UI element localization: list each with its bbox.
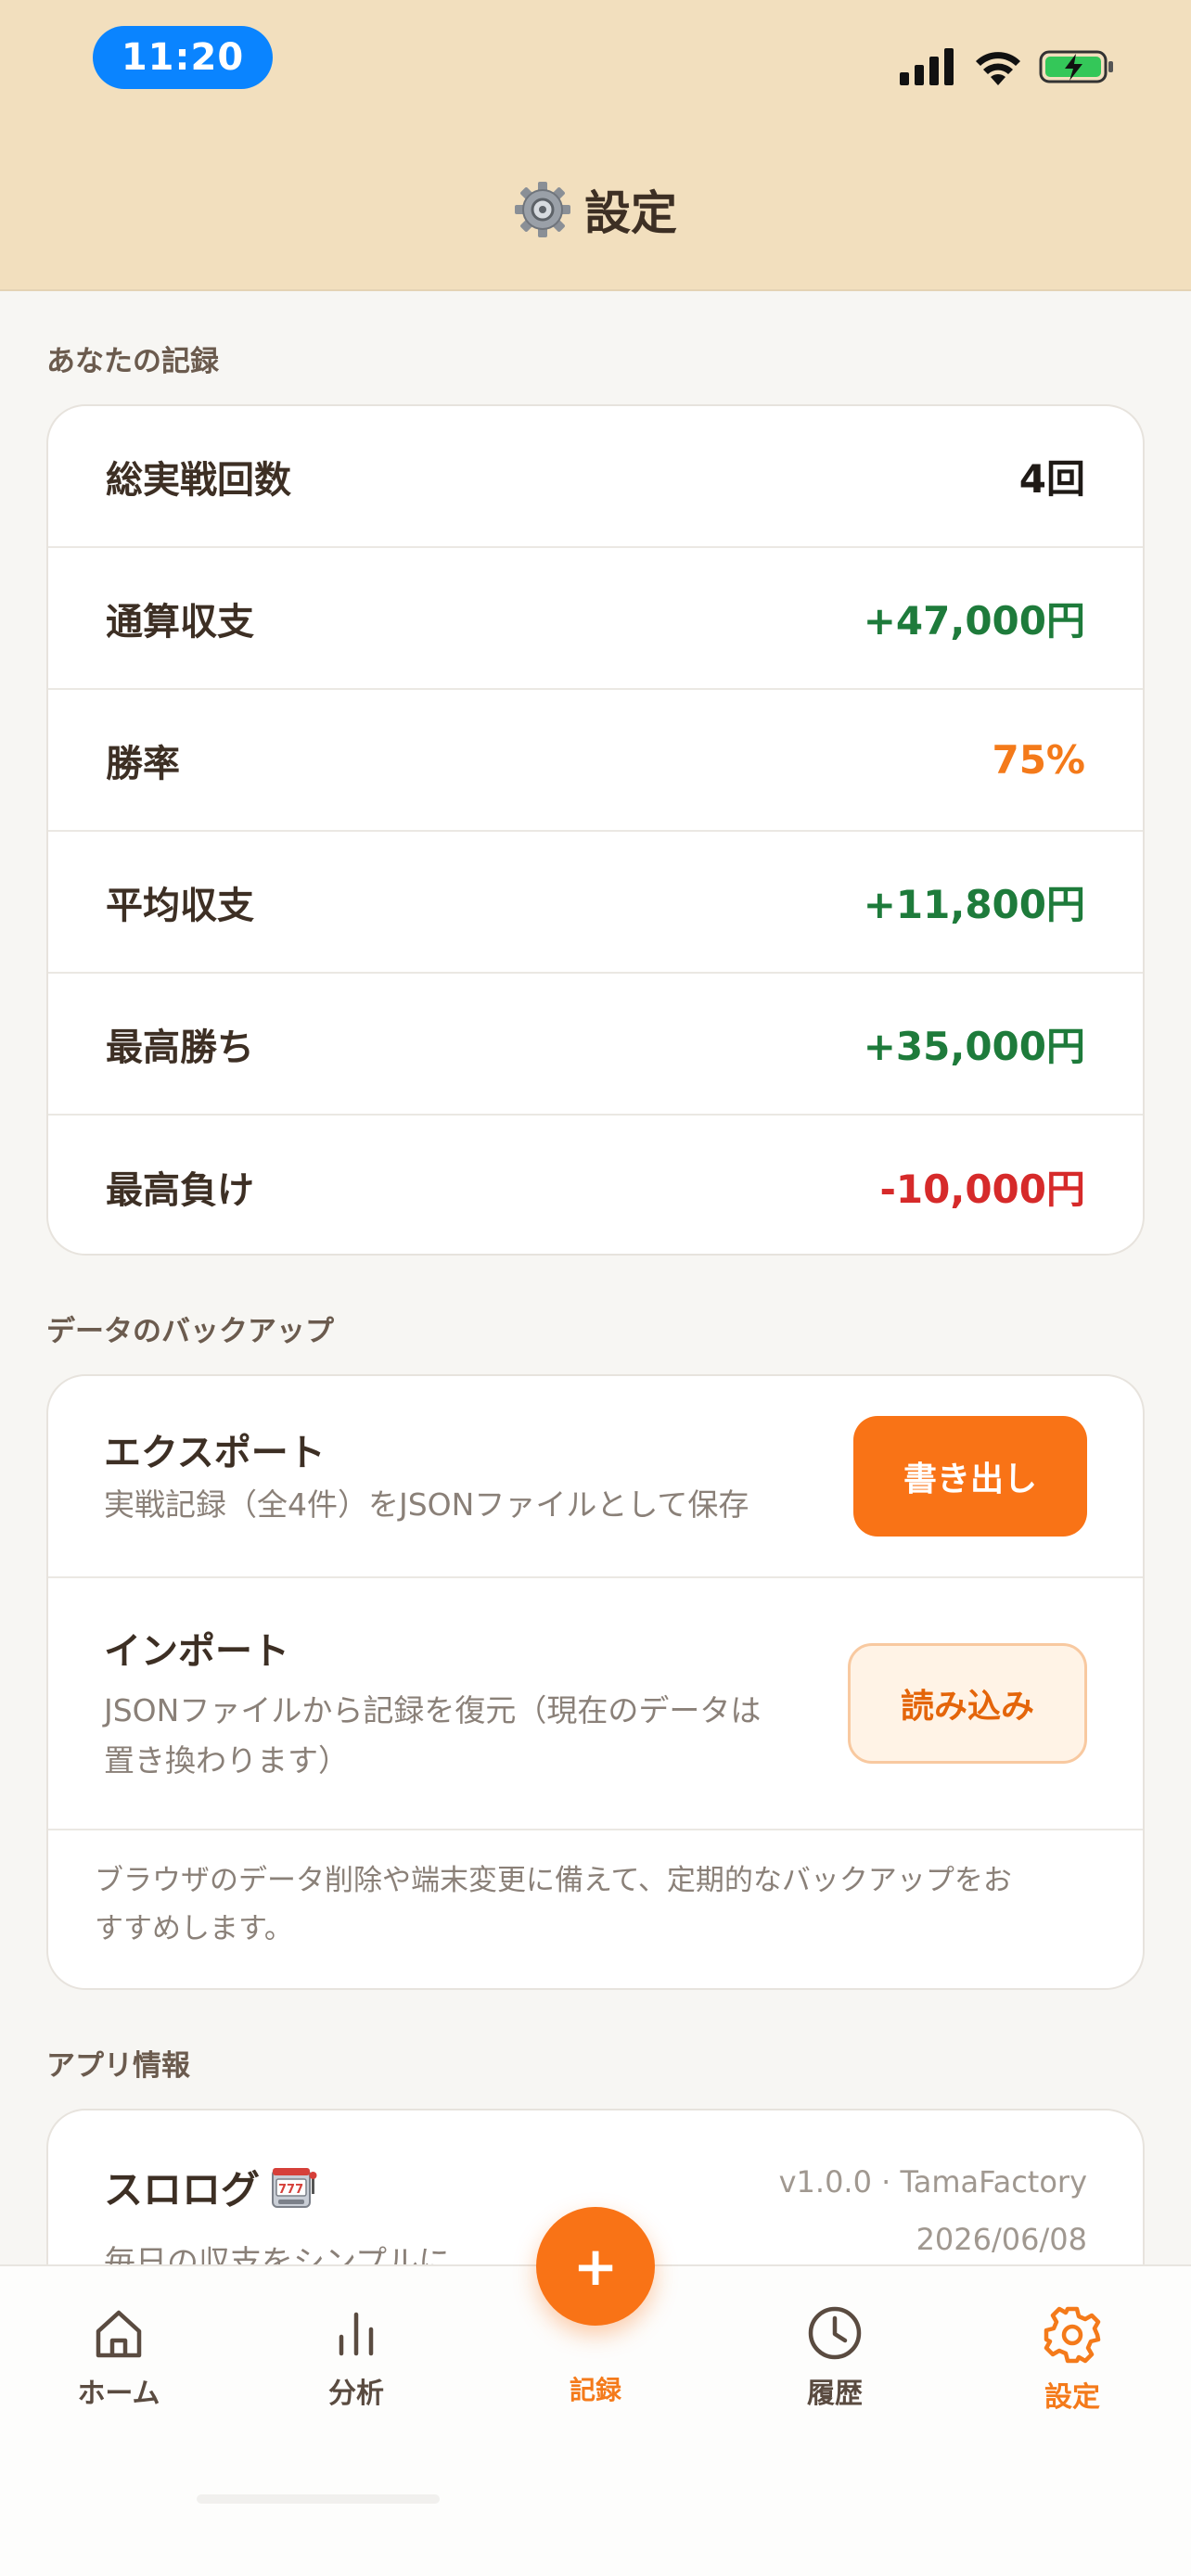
backup-section-label: データのバックアップ: [46, 1315, 334, 1348]
records-card: 総実戦回数 4回 通算収支 +47,000円 勝率 75% 平均収支 +11,8…: [46, 404, 1145, 1256]
status-icons: [900, 41, 1115, 93]
import-text: インポート JSONファイルから記録を復元（現在のデータは 置き換わります）: [104, 1621, 761, 1786]
status-bar: 11:20: [0, 0, 1191, 121]
app-name-row: スロログ 777: [104, 2159, 319, 2215]
clock-icon: [808, 2306, 862, 2360]
tab-settings[interactable]: 設定: [998, 2305, 1146, 2415]
export-text: エクスポート 実戦記録（全4件）をJSONファイルとして保存: [104, 1422, 749, 1530]
slot-machine-icon: 777: [272, 2167, 317, 2208]
stat-label: 最高負け: [106, 1168, 254, 1212]
tab-analysis-label: 分析: [328, 2378, 384, 2410]
battery-charging-icon: [1039, 50, 1113, 83]
cellular-signal-icon: [900, 48, 954, 85]
settings-gear-icon: [1044, 2306, 1101, 2364]
tab-history-label: 履歴: [807, 2378, 863, 2410]
export-title: エクスポート: [104, 1432, 326, 1474]
add-record-label: 記録: [569, 2375, 621, 2405]
stat-value: -10,000円: [879, 1167, 1085, 1212]
stat-label: 平均収支: [106, 884, 254, 927]
tab-home-label: ホーム: [77, 2378, 160, 2410]
title-row: 設定: [0, 172, 1191, 247]
tab-history[interactable]: 履歴: [761, 2305, 909, 2411]
stat-label: 通算収支: [106, 600, 254, 644]
stat-value: +11,800円: [863, 882, 1085, 927]
stat-label: 総実戦回数: [106, 458, 291, 502]
backup-note-line2: すすめします。: [95, 1912, 293, 1945]
import-row: インポート JSONファイルから記録を復元（現在のデータは 置き換わります） 読…: [48, 1578, 1143, 1830]
stat-value: 4回: [1018, 456, 1085, 502]
backup-card: エクスポート 実戦記録（全4件）をJSONファイルとして保存 書き出し インポー…: [46, 1374, 1145, 1990]
stat-row-average-balance: 平均収支 +11,800円: [48, 832, 1143, 974]
home-icon: [96, 2310, 142, 2358]
status-time: 11:20: [93, 26, 273, 89]
stat-row-total-sessions: 総実戦回数 4回: [48, 406, 1143, 548]
app-name: スロログ: [104, 2167, 261, 2213]
records-section-label: あなたの記録: [46, 345, 219, 378]
stat-row-total-balance: 通算収支 +47,000円: [48, 548, 1143, 690]
import-title: インポート: [104, 1630, 289, 1673]
gear-icon: [515, 182, 570, 237]
tab-settings-label: 設定: [1044, 2381, 1100, 2414]
stat-label: 最高勝ち: [106, 1026, 254, 1069]
import-description-line2: 置き換わります）: [104, 1742, 349, 1779]
export-description: 実戦記録（全4件）をJSONファイルとして保存: [104, 1486, 749, 1523]
stat-value: 75%: [992, 737, 1085, 783]
stat-value: +47,000円: [863, 598, 1085, 644]
page-title: 設定: [584, 186, 677, 240]
wifi-icon: [976, 52, 1020, 85]
home-indicator: [197, 2494, 440, 2504]
import-description-line1: JSONファイルから記録を復元（現在のデータは: [104, 1692, 762, 1728]
stat-row-win-rate: 勝率 75%: [48, 690, 1143, 832]
svg-text:777: 777: [278, 2183, 303, 2197]
app-date: 2026/06/08: [916, 2222, 1087, 2257]
add-record-button[interactable]: +: [536, 2207, 655, 2326]
backup-note-line1: ブラウザのデータ削除や端末変更に備えて、定期的なバックアップをお: [95, 1864, 1012, 1897]
stat-row-best-win: 最高勝ち +35,000円: [48, 974, 1143, 1116]
stat-label: 勝率: [106, 742, 180, 785]
export-row: エクスポート 実戦記録（全4件）をJSONファイルとして保存 書き出し: [48, 1376, 1143, 1578]
app-info-section-label: アプリ情報: [46, 2049, 190, 2083]
tab-analysis[interactable]: 分析: [282, 2305, 430, 2411]
stat-value: +35,000円: [863, 1024, 1085, 1069]
import-button[interactable]: 読み込み: [848, 1643, 1087, 1764]
backup-note: ブラウザのデータ削除や端末変更に備えて、定期的なバックアップをお すすめします。: [48, 1830, 1143, 1953]
bar-chart-icon: [339, 2312, 374, 2356]
app-version: v1.0.0 · TamaFactory: [778, 2164, 1087, 2200]
header: 11:20 設定: [0, 0, 1191, 291]
stat-row-worst-loss: 最高負け -10,000円: [48, 1116, 1143, 1254]
export-button[interactable]: 書き出し: [853, 1416, 1087, 1537]
tab-home[interactable]: ホーム: [45, 2305, 193, 2411]
